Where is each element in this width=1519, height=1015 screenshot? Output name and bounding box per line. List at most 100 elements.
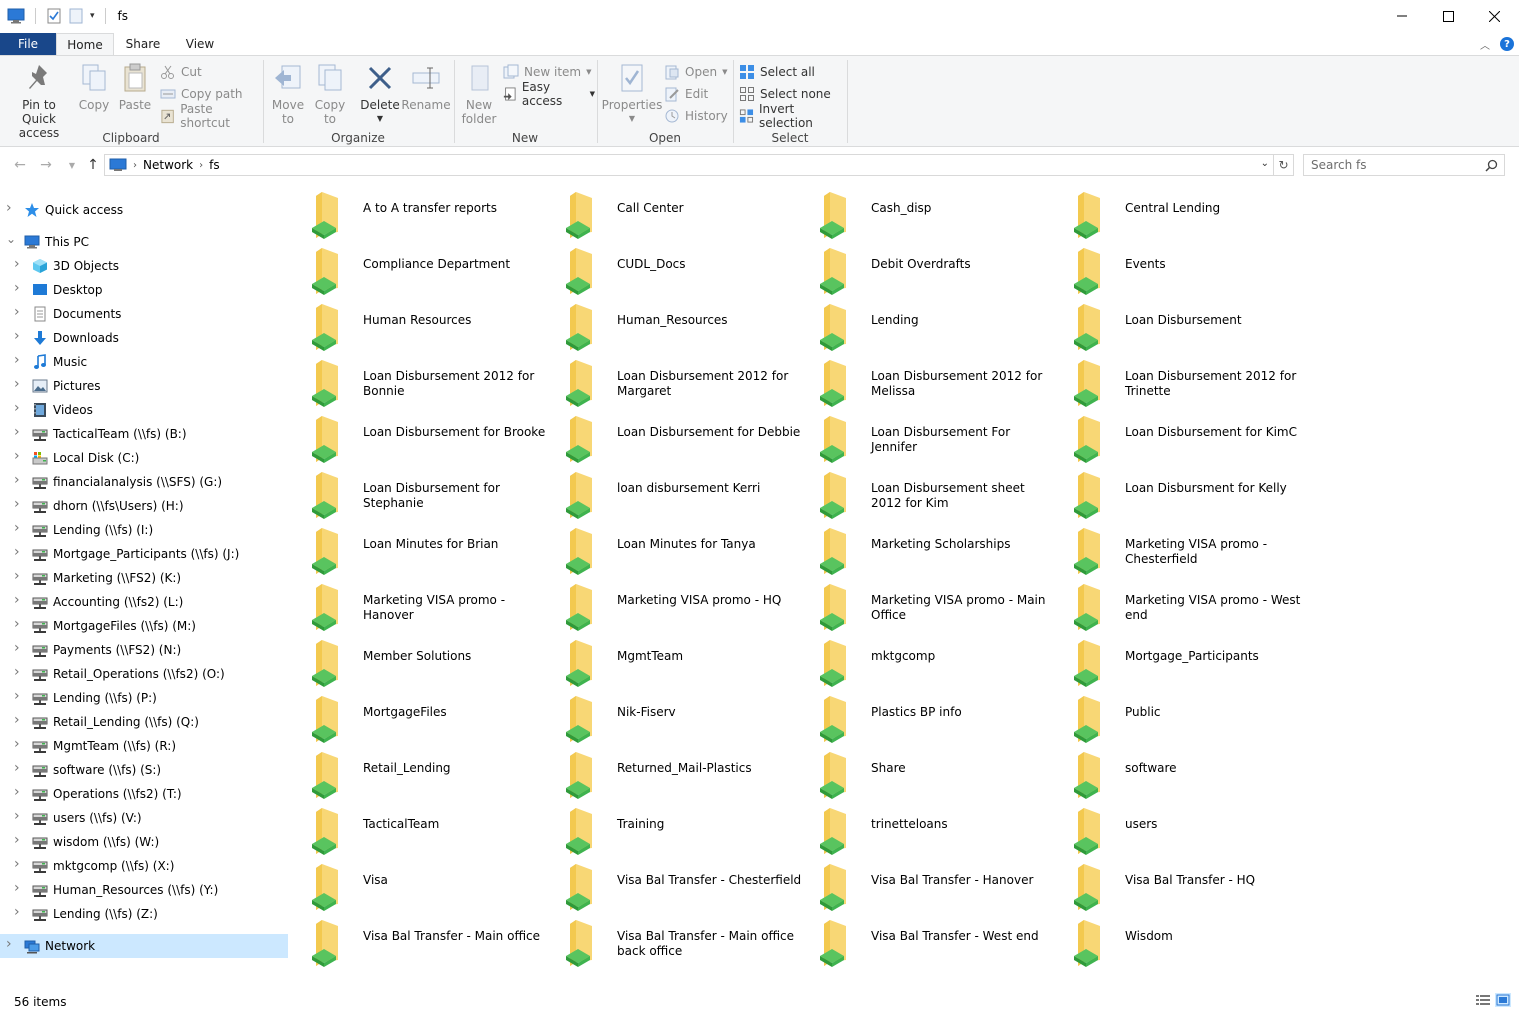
expand-chevron-icon[interactable]: › [14, 496, 20, 512]
nav-item[interactable]: › Retail_Lending (\\fs) (Q:) [0, 710, 288, 734]
nav-item[interactable]: › dhorn (\\fs\Users) (H:) [0, 494, 288, 518]
nav-item[interactable]: › 3D Objects [0, 254, 288, 278]
expand-chevron-icon[interactable]: › [14, 880, 20, 896]
history-button[interactable]: History [664, 107, 728, 125]
folder-item[interactable]: MortgageFiles [292, 690, 542, 744]
expand-chevron-icon[interactable]: › [14, 568, 20, 584]
breadcrumb-fs[interactable]: fs [209, 158, 219, 172]
collapse-chevron-icon[interactable]: ⌄ [6, 232, 16, 246]
expand-chevron-icon[interactable]: › [14, 352, 20, 368]
refresh-button[interactable]: ↻ [1274, 154, 1294, 176]
minimize-button[interactable] [1379, 0, 1425, 32]
nav-item[interactable]: › Retail_Operations (\\fs2) (O:) [0, 662, 288, 686]
tab-view[interactable]: View [172, 33, 228, 55]
move-to-button[interactable]: Move to [270, 62, 306, 126]
folder-item[interactable]: Loan Disbursement for KimC [1054, 410, 1304, 464]
expand-chevron-icon[interactable]: › [14, 688, 20, 704]
folder-item[interactable]: Visa Bal Transfer - Main office back off… [546, 914, 796, 968]
cut-button[interactable]: Cut [160, 63, 202, 81]
folder-item[interactable]: TacticalTeam [292, 802, 542, 856]
nav-item[interactable]: › users (\\fs) (V:) [0, 806, 288, 830]
expand-chevron-icon[interactable]: › [14, 616, 20, 632]
folder-item[interactable]: users [1054, 802, 1304, 856]
folder-item[interactable]: Share [800, 746, 1050, 800]
copy-to-button[interactable]: Copy to [312, 62, 348, 126]
expand-chevron-icon[interactable]: › [14, 760, 20, 776]
folder-item[interactable]: Visa Bal Transfer - West end [800, 914, 1050, 968]
folder-item[interactable]: Visa [292, 858, 542, 912]
folder-item[interactable]: Loan Disbursement sheet 2012 for Kim [800, 466, 1050, 520]
customize-toolbar-icon[interactable]: ▾ [90, 11, 95, 21]
search-box[interactable]: Search fs [1303, 154, 1505, 176]
folder-item[interactable]: Loan Minutes for Brian [292, 522, 542, 576]
folder-item[interactable]: Marketing VISA promo - West end [1054, 578, 1304, 632]
folder-item[interactable]: Human_Resources [546, 298, 796, 352]
expand-chevron-icon[interactable]: › [14, 328, 20, 344]
up-button[interactable]: ↑ [83, 156, 103, 174]
expand-chevron-icon[interactable]: › [14, 832, 20, 848]
folder-item[interactable]: Visa Bal Transfer - HQ [1054, 858, 1304, 912]
nav-item[interactable]: › Mortgage_Participants (\\fs) (J:) [0, 542, 288, 566]
breadcrumb-network[interactable]: Network [143, 158, 193, 172]
easy-access-button[interactable]: Easy access ▼ [503, 80, 595, 108]
folder-item[interactable]: Visa Bal Transfer - Chesterfield [546, 858, 801, 912]
expand-chevron-icon[interactable]: › [14, 256, 20, 272]
breadcrumb-chevron-icon[interactable]: › [133, 160, 137, 171]
expand-chevron-icon[interactable]: › [14, 520, 20, 536]
nav-item[interactable]: › Payments (\\FS2) (N:) [0, 638, 288, 662]
folder-item[interactable]: Marketing VISA promo - Chesterfield [1054, 522, 1304, 576]
folder-item[interactable]: Debit Overdrafts [800, 242, 1050, 296]
nav-item[interactable]: › financialanalysis (\\SFS) (G:) [0, 470, 288, 494]
expand-chevron-icon[interactable]: › [6, 936, 12, 952]
paste-button[interactable]: Paste [116, 62, 154, 112]
folder-item[interactable]: CUDL_Docs [546, 242, 796, 296]
nav-item[interactable]: › mktgcomp (\\fs) (X:) [0, 854, 288, 878]
folder-item[interactable]: Visa Bal Transfer - Hanover [800, 858, 1050, 912]
folder-item[interactable]: Loan Minutes for Tanya [546, 522, 796, 576]
nav-item[interactable]: › Quick access [0, 198, 288, 222]
nav-item[interactable]: › Videos [0, 398, 288, 422]
nav-item[interactable]: › Downloads [0, 326, 288, 350]
expand-chevron-icon[interactable]: › [6, 200, 12, 216]
folder-item[interactable]: mktgcomp [800, 634, 1050, 688]
folder-item[interactable]: loan disbursement Kerri [546, 466, 796, 520]
folder-item[interactable]: Member Solutions [292, 634, 542, 688]
nav-item[interactable]: › Operations (\\fs2) (T:) [0, 782, 288, 806]
recent-locations-button[interactable]: ▼ [62, 156, 82, 174]
nav-item[interactable]: › Documents [0, 302, 288, 326]
nav-item[interactable]: › Pictures [0, 374, 288, 398]
expand-chevron-icon[interactable]: › [14, 664, 20, 680]
folder-item[interactable]: Training [546, 802, 796, 856]
folder-item[interactable]: Loan Disbursement for Brooke [292, 410, 545, 464]
new-item-button[interactable]: New item ▼ [503, 63, 592, 81]
copy-path-button[interactable]: Copy path [160, 85, 243, 103]
tab-home[interactable]: Home [56, 33, 114, 55]
expand-chevron-icon[interactable]: › [14, 400, 20, 416]
folder-item[interactable]: Loan Disbursement for Stephanie [292, 466, 542, 520]
folder-item[interactable]: software [1054, 746, 1304, 800]
folder-item[interactable]: Loan Disbursement [1054, 298, 1304, 352]
details-view-icon[interactable] [1475, 993, 1491, 1007]
folder-item[interactable]: Marketing VISA promo - HQ [546, 578, 796, 632]
expand-chevron-icon[interactable]: › [14, 376, 20, 392]
new-folder-button[interactable]: New folder [459, 62, 499, 126]
folder-item[interactable]: Events [1054, 242, 1304, 296]
folder-item[interactable]: Nik-Fiserv [546, 690, 796, 744]
nav-item[interactable]: ⌄ This PC [0, 230, 288, 254]
select-none-button[interactable]: Select none [739, 85, 831, 103]
breadcrumb-chevron-icon[interactable]: › [199, 160, 203, 171]
paste-shortcut-button[interactable]: Paste shortcut [160, 102, 262, 130]
nav-item[interactable]: › Lending (\\fs) (I:) [0, 518, 288, 542]
folder-item[interactable]: Retail_Lending [292, 746, 542, 800]
nav-item[interactable]: › Local Disk (C:) [0, 446, 288, 470]
folder-item[interactable]: Marketing Scholarships [800, 522, 1050, 576]
expand-chevron-icon[interactable]: › [14, 736, 20, 752]
folder-item[interactable]: Lending [800, 298, 1050, 352]
help-icon[interactable]: ? [1495, 33, 1519, 55]
expand-chevron-icon[interactable]: › [14, 424, 20, 440]
folder-item[interactable]: Compliance Department [292, 242, 542, 296]
folder-item[interactable]: Plastics BP info [800, 690, 1050, 744]
folder-item[interactable]: Cash_disp [800, 186, 1050, 240]
copy-button[interactable]: Copy [76, 62, 112, 112]
large-icons-view-icon[interactable] [1495, 993, 1511, 1007]
